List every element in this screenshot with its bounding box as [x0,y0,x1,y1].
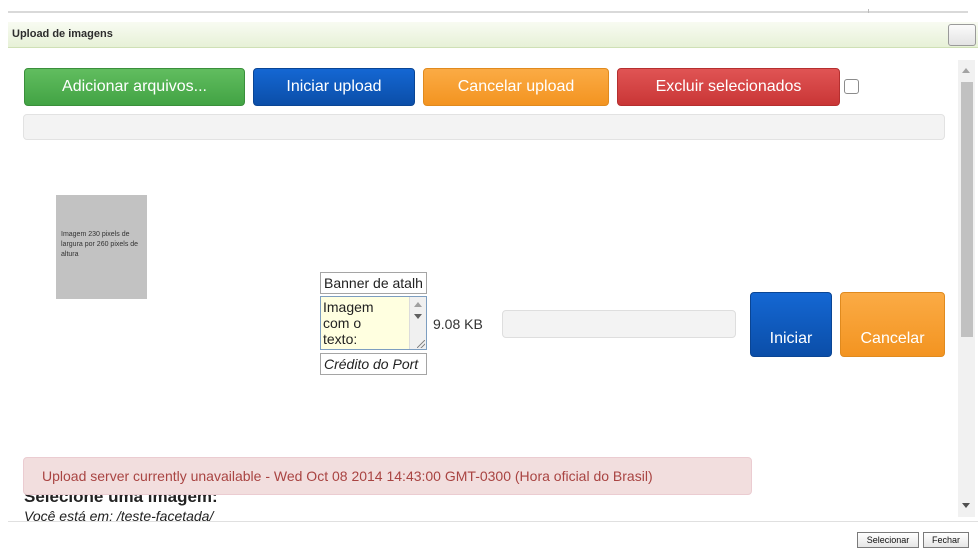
title-field[interactable]: Banner de atalh [320,272,427,294]
upload-panel: Adicionar arquivos... Iniciar upload Can… [8,54,953,521]
add-files-button[interactable]: Adicionar arquivos... [24,68,245,106]
cancel-file-button[interactable]: Cancelar [840,292,945,357]
select-all-checkbox[interactable] [844,79,859,94]
file-progress-bar [502,310,736,338]
description-field[interactable]: Imagem com o texto: [320,296,427,350]
scroll-up-icon[interactable] [962,68,970,73]
resize-grip-icon[interactable] [417,340,425,348]
scroll-up-icon[interactable] [414,302,422,307]
scrollbar-thumb[interactable] [961,82,973,337]
start-file-button[interactable]: Iniciar [750,292,832,357]
scroll-down-icon[interactable] [414,314,422,319]
top-divider-tick [868,9,869,13]
scroll-down-icon[interactable] [962,503,970,508]
dialog-close-icon[interactable] [948,24,976,46]
dialog-titlebar: Upload de imagens [8,22,978,48]
dialog-title: Upload de imagens [12,28,113,40]
cancel-upload-button[interactable]: Cancelar upload [423,68,609,106]
global-progress-bar [23,114,945,140]
description-text: Imagem com o texto: [323,299,374,347]
footer-divider [8,521,978,522]
image-thumbnail: Imagem 230 pixels de largura por 260 pix… [56,195,147,299]
background-page-text: Selecione uma imagem: Você está em: /tes… [24,494,624,521]
close-button[interactable]: Fechar [923,532,969,548]
credit-field[interactable]: Crédito do Port [320,353,427,375]
top-divider [8,11,968,13]
thumbnail-caption: Imagem 230 pixels de largura por 260 pix… [61,231,139,258]
panel-scrollbar[interactable] [958,60,975,517]
select-button[interactable]: Selecionar [857,532,919,548]
error-alert: Upload server currently unavailable - We… [23,457,752,495]
background-heading: Selecione uma imagem: [24,494,218,506]
background-location: Você está em: /teste-facetada/ [24,508,214,521]
delete-selected-button[interactable]: Excluir selecionados [617,68,840,106]
start-upload-button[interactable]: Iniciar upload [253,68,415,106]
file-size: 9.08 KB [433,316,483,332]
